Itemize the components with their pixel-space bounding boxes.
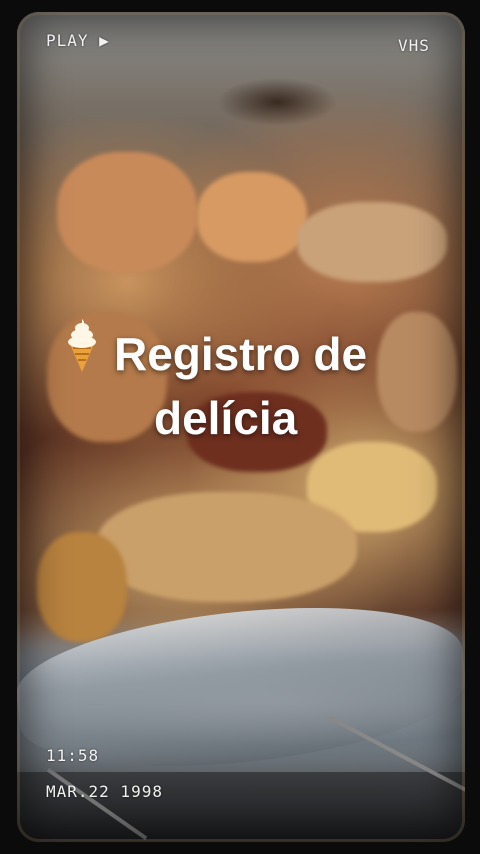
caption-line1: Registro de <box>114 328 368 380</box>
caption: Registro de delícia <box>60 318 460 448</box>
vhs-label: VHS <box>398 36 430 55</box>
video-frame: PLAY ▶ VHS 11:58 MAR.22 1998 Registro de… <box>0 0 480 854</box>
timestamp-date: MAR.22 1998 <box>46 782 163 801</box>
caption-line2: delícia <box>154 392 298 444</box>
timestamp-time: 11:58 <box>46 746 100 765</box>
soft-serve-ice-cream-icon <box>60 318 104 388</box>
play-indicator: PLAY ▶ <box>46 31 110 50</box>
